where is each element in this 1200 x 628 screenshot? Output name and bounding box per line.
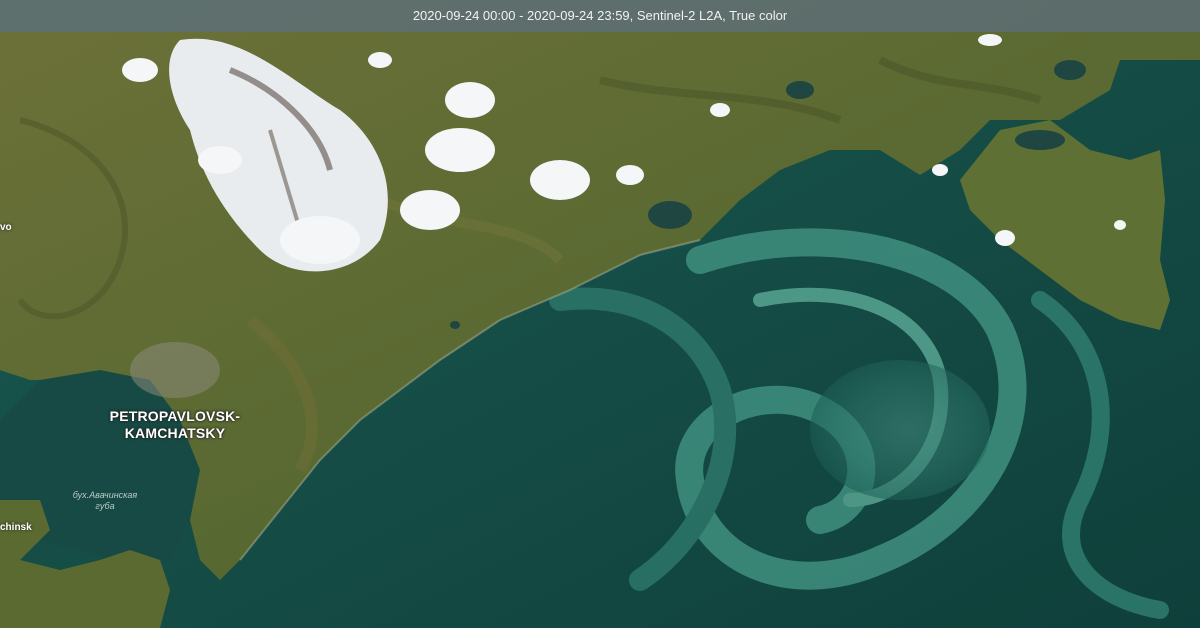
- left-edge-label: chinsk: [0, 522, 32, 533]
- city-label-line2: KAMCHATSKY: [124, 425, 226, 441]
- city-label-line1: PETROPAVLOVSK-: [109, 408, 241, 424]
- map-viewport[interactable]: 2020-09-24 00:00 - 2020-09-24 23:59, Sen…: [0, 0, 1200, 628]
- date-caption-text: 2020-09-24 00:00 - 2020-09-24 23:59, Sen…: [412, 8, 788, 23]
- satellite-image[interactable]: [0, 0, 1200, 628]
- bay-label-line2: губа: [95, 501, 115, 511]
- city-label: PETROPAVLOVSK- KAMCHATSKY: [100, 408, 250, 442]
- bay-label: бух.Авачинская губа: [60, 490, 150, 512]
- bay-label-line1: бух.Авачинская: [72, 490, 138, 500]
- top-left-edge-label: vo: [0, 222, 12, 233]
- date-caption-bar: 2020-09-24 00:00 - 2020-09-24 23:59, Sen…: [0, 0, 1200, 32]
- city-area: [130, 342, 220, 398]
